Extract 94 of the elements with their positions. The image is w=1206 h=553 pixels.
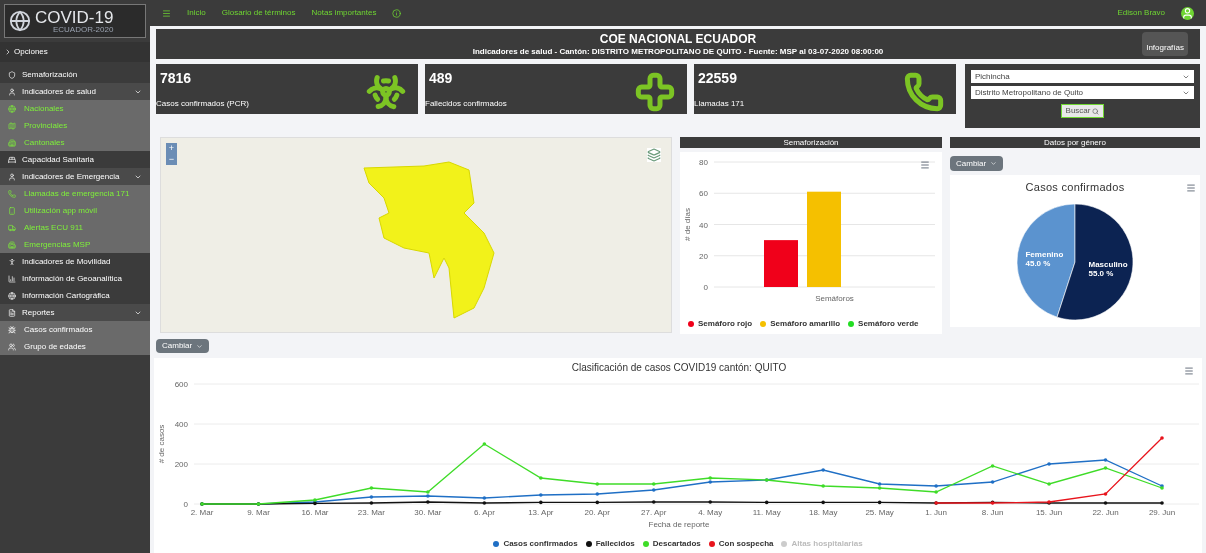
stat-value: 7816 (159, 69, 193, 88)
province-select[interactable]: Pichincha (971, 70, 1194, 83)
stat-value: 22559 (697, 69, 738, 88)
sidebar-item[interactable]: Capacidad Sanitaria (0, 151, 150, 168)
page-subtitle: Indicadores de salud - Cantón: DISTRITO METROPOLITANO DE QUITO - Fuente: MSP al 03-07-2020 08:00:00 (472, 46, 884, 57)
legend-label[interactable]: Con sospecha (718, 538, 774, 550)
axis-tick: 600 (174, 380, 188, 389)
search-button[interactable]: Buscar (1060, 104, 1105, 118)
legend-label[interactable]: Semáforo verde (858, 318, 919, 330)
axis-tick: 11. May (752, 508, 781, 517)
sidebar-item[interactable]: Información de Geoanalítica (0, 270, 150, 287)
nav-link[interactable]: Glosario de términos (221, 7, 296, 19)
legend-label[interactable]: Semáforo rojo (698, 318, 753, 330)
bar (764, 240, 798, 287)
axis-tick: 400 (174, 420, 188, 429)
sidebar-subitem[interactable]: Utilización app móvil (0, 202, 150, 219)
canton-select[interactable]: Distrito Metropolitano de Quito (971, 86, 1194, 99)
axis-tick: 20. Apr (584, 508, 610, 517)
info-icon[interactable] (392, 8, 402, 18)
axis-tick: 2. Mar (190, 508, 214, 517)
caret-icon (196, 342, 204, 350)
logo-title: COVID-19 (35, 8, 114, 26)
axis-title: # de casos (157, 424, 166, 464)
search-icon (1092, 107, 1100, 115)
nav-link[interactable]: Inicio (187, 7, 206, 19)
sidebar-subitem[interactable]: Nacionales (0, 100, 150, 117)
axis-label: Semáforos (815, 294, 854, 303)
sidebar-subitem[interactable]: Casos confirmados (0, 321, 150, 338)
sidebar-subitem[interactable]: Emergencias MSP (0, 236, 150, 253)
axis-tick: 6. Apr (473, 508, 495, 517)
sidebar-item[interactable]: Reportes (0, 304, 150, 321)
stat-label: Casos confirmados (PCR) (156, 98, 250, 110)
sidebar-subitem[interactable]: Provinciales (0, 117, 150, 134)
legend-label[interactable]: Descartados (652, 538, 701, 550)
nav-link[interactable]: Notas importantes (311, 7, 377, 19)
logo-subtitle: ECUADOR-2020 (52, 25, 114, 34)
chart-title: Casos confirmados (1025, 180, 1125, 195)
axis-tick: 40 (699, 220, 708, 230)
sidebar-subitem[interactable]: Alertas ECU 911 (0, 219, 150, 236)
user-name[interactable]: Edison Bravo (1117, 7, 1165, 19)
slice-label: Femenino 45.0 % (1025, 249, 1064, 268)
axis-title: Fecha de reporte (648, 520, 710, 529)
globe-icon (9, 10, 31, 32)
axis-tick: 4. May (698, 508, 723, 517)
axis-tick: 23. Mar (357, 508, 385, 517)
stat-icon (635, 72, 675, 112)
axis-tick: 18. May (808, 508, 838, 517)
stat-icon (904, 72, 944, 112)
chart-title: Clasificación de casos COVID19 cantón: QUITO (571, 362, 787, 373)
sidebar-subitem[interactable]: Cantonales (0, 134, 150, 151)
chevron-icon (4, 48, 12, 56)
stat-icon (366, 72, 406, 112)
axis-tick: 8. Jun (981, 508, 1004, 517)
axis-title: # de días (683, 208, 692, 241)
stat-label: Llamadas 171 (694, 98, 746, 110)
axis-tick: 0 (703, 283, 708, 292)
axis-tick: 80 (699, 158, 708, 167)
axis-tick: 0 (183, 500, 188, 509)
axis-tick: 30. Mar (414, 508, 442, 517)
axis-tick: 25. May (865, 508, 894, 517)
change-button[interactable]: Cambiar (950, 156, 1004, 171)
axis-tick: 15. Jun (1035, 508, 1063, 517)
avatar-icon[interactable] (1181, 6, 1194, 20)
axis-tick: 9. Mar (247, 508, 270, 517)
options-header[interactable]: Opciones (0, 42, 150, 62)
caret-icon (990, 160, 998, 167)
axis-tick: 20 (699, 251, 708, 261)
sidebar-item[interactable]: Indicadores de Movilidad (0, 253, 150, 270)
stat-label: Fallecidos confirmados (425, 98, 508, 110)
legend-label[interactable]: Fallecidos (595, 538, 635, 550)
axis-tick: 16. Mar (301, 508, 329, 517)
stat-value: 489 (428, 69, 454, 88)
sidebar-subitem[interactable]: Llamadas de emergencia 171 (0, 185, 150, 202)
axis-tick: 60 (699, 189, 708, 199)
axis-tick: 27. Apr (641, 508, 667, 517)
legend-label[interactable]: Semáforo amarillo (770, 318, 841, 330)
sidebar-item[interactable]: Información Cartográfica (0, 287, 150, 304)
axis-tick: 200 (174, 460, 188, 469)
panel-title: Datos por género (950, 137, 1200, 148)
legend-label[interactable]: Casos confirmados (503, 538, 578, 550)
infographics-button[interactable]: Infografías (1142, 32, 1188, 56)
sidebar-item[interactable]: Indicadores de salud (0, 83, 150, 100)
change-button[interactable]: Cambiar (156, 339, 210, 353)
axis-tick: 13. Apr (528, 508, 554, 517)
slice-label: Masculino 55.0 % (1088, 259, 1128, 278)
sidebar-subitem[interactable]: Grupo de edades (0, 338, 150, 355)
sidebar-item[interactable]: Semaforización (0, 66, 150, 83)
layers-icon[interactable] (647, 148, 661, 162)
sidebar-item[interactable]: Indicadores de Emergencia (0, 168, 150, 185)
page-title: COE NACIONAL ECUADOR (599, 31, 757, 47)
axis-tick: 1. Jun (925, 508, 947, 517)
axis-tick: 29. Jun (1148, 508, 1176, 517)
axis-tick: 22. Jun (1092, 508, 1119, 517)
panel-title: Semaforización (680, 137, 942, 148)
